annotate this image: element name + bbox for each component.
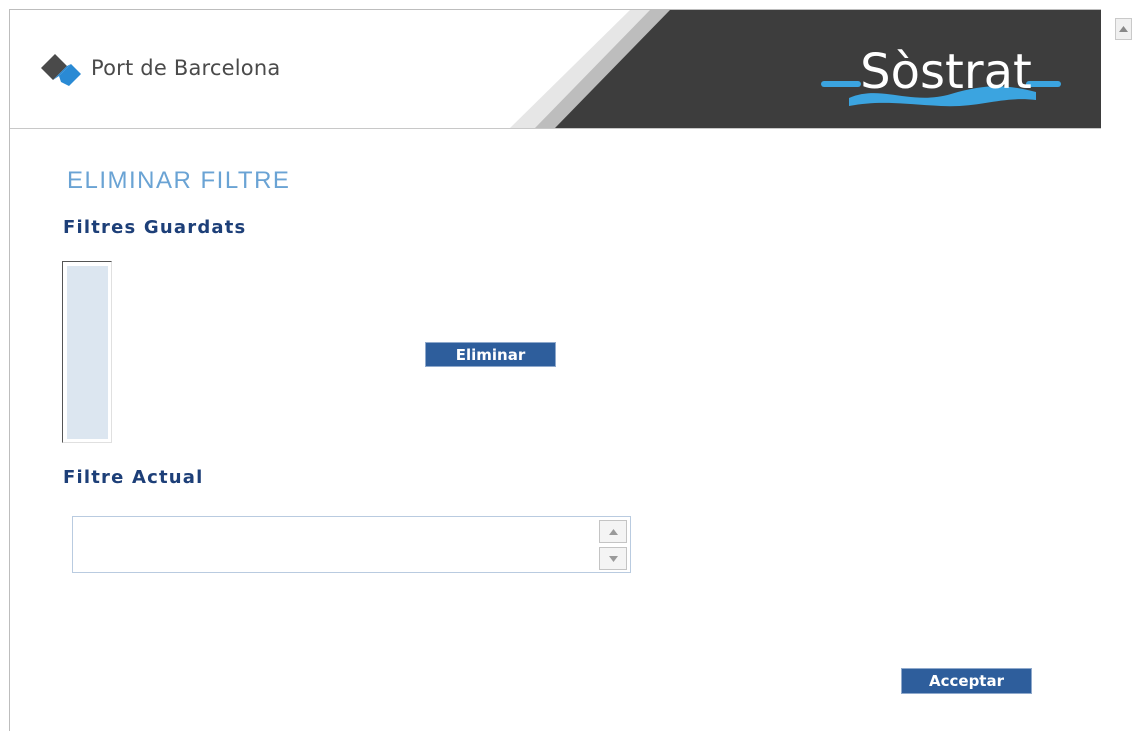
port-de-barcelona-text: Port de Barcelona	[91, 56, 281, 80]
scroll-up-arrow-icon	[608, 528, 618, 535]
current-filter-textarea[interactable]	[72, 516, 631, 573]
header-banner: Port de Barcelona Sòstrat	[10, 10, 1101, 129]
delete-button[interactable]: Eliminar	[425, 342, 556, 367]
textarea-scroll-down-button[interactable]	[599, 547, 627, 570]
textarea-scroll-up-button[interactable]	[599, 520, 627, 543]
page-title: ELIMINAR FILTRE	[67, 167, 291, 194]
sostrat-logo-text: Sòstrat	[860, 44, 1032, 100]
saved-filters-label: Filtres Guardats	[63, 217, 247, 238]
port-de-barcelona-logo: Port de Barcelona	[37, 44, 280, 92]
port-de-barcelona-logo-icon	[41, 54, 81, 86]
sostrat-logo-icon: Sòstrat	[821, 44, 1061, 107]
scroll-up-arrow-icon	[1119, 26, 1128, 32]
scroll-down-arrow-icon	[608, 555, 618, 562]
saved-filters-listbox[interactable]	[62, 261, 112, 443]
page-scroll-up-button[interactable]	[1115, 18, 1132, 40]
current-filter-label: Filtre Actual	[63, 467, 204, 488]
page-scrollbar[interactable]	[1113, 15, 1134, 731]
accept-button[interactable]: Acceptar	[901, 668, 1032, 694]
saved-filters-list-area	[67, 266, 108, 439]
current-filter-scrollbar[interactable]	[599, 520, 627, 570]
